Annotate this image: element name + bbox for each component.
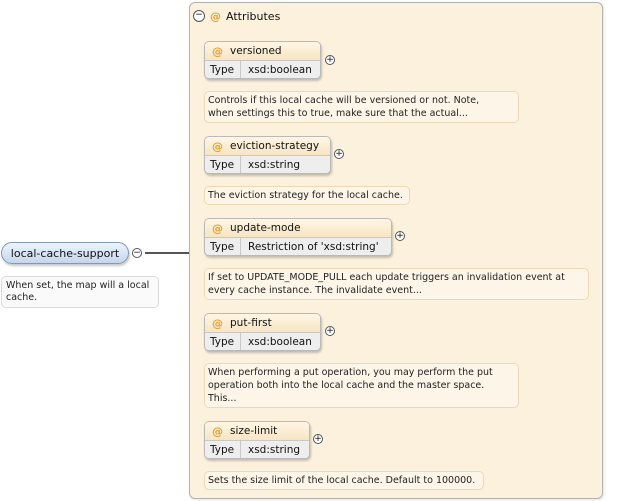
attribute-name: update-mode xyxy=(230,222,301,234)
attribute-header: @ size-limit xyxy=(205,422,309,441)
attribute-doc-versioned: Controls if this local cache will be ver… xyxy=(204,91,519,123)
doc-line: This... xyxy=(208,393,237,404)
plus-icon: + xyxy=(396,231,404,241)
attribute-doc-size-limit: Sets the size limit of the local cache. … xyxy=(204,471,484,490)
doc-line: The eviction strategy for the local cach… xyxy=(208,190,403,201)
attribute-card-eviction-strategy[interactable]: @ eviction-strategy Type xsd:string xyxy=(204,136,331,174)
doc-line: when settings this to true, make sure th… xyxy=(208,108,468,119)
element-collapse-toggle[interactable]: − xyxy=(132,248,142,258)
attribute-at-icon: @ xyxy=(212,221,223,235)
expand-update-mode-toggle[interactable]: + xyxy=(395,231,405,241)
attribute-header: @ versioned xyxy=(205,42,320,61)
doc-line: operation both into the local cache and … xyxy=(208,380,485,391)
attribute-at-icon: @ xyxy=(212,316,223,330)
group-collapse-toggle[interactable]: − xyxy=(193,10,205,22)
type-value: xsd:boolean xyxy=(248,64,312,76)
attribute-type-row: Type Restriction of 'xsd:string' xyxy=(205,238,391,255)
type-key: Type xyxy=(205,333,241,350)
expand-size-limit-toggle[interactable]: + xyxy=(313,434,323,444)
attribute-at-icon: @ xyxy=(212,139,223,153)
attribute-type-row: Type xsd:string xyxy=(205,156,330,173)
type-key: Type xyxy=(205,238,241,255)
attribute-type-row: Type xsd:boolean xyxy=(205,61,320,78)
element-to-group-connector xyxy=(145,252,190,254)
attribute-card-size-limit[interactable]: @ size-limit Type xsd:string xyxy=(204,421,310,459)
element-node-local-cache-support[interactable]: local-cache-support xyxy=(1,242,129,264)
attribute-at-icon: @ xyxy=(212,44,223,58)
expand-versioned-toggle[interactable]: + xyxy=(325,55,335,65)
plus-icon: + xyxy=(314,434,322,444)
attribute-card-update-mode[interactable]: @ update-mode Type Restriction of 'xsd:s… xyxy=(204,218,392,256)
element-doc-line: When set, the map will a local xyxy=(6,280,150,291)
attribute-type-row: Type xsd:string xyxy=(205,441,309,458)
type-key: Type xyxy=(205,61,241,78)
attribute-type-row: Type xsd:boolean xyxy=(205,333,320,350)
element-documentation: When set, the map will a local cache. xyxy=(1,276,159,308)
type-value: Restriction of 'xsd:string' xyxy=(248,241,379,253)
attribute-at-icon: @ xyxy=(210,9,221,23)
element-doc-line: cache. xyxy=(6,292,38,303)
attribute-header: @ eviction-strategy xyxy=(205,137,330,156)
doc-line: Sets the size limit of the local cache. … xyxy=(208,475,476,486)
attribute-card-versioned[interactable]: @ versioned Type xsd:boolean xyxy=(204,41,321,79)
attribute-doc-put-first: When performing a put operation, you may… xyxy=(204,363,519,408)
type-value: xsd:string xyxy=(248,159,301,171)
attribute-doc-eviction-strategy: The eviction strategy for the local cach… xyxy=(204,186,410,205)
attribute-header: @ put-first xyxy=(205,314,320,333)
attribute-name: eviction-strategy xyxy=(230,140,320,152)
type-key: Type xyxy=(205,441,241,458)
attribute-name: versioned xyxy=(230,45,282,57)
doc-line: When performing a put operation, you may… xyxy=(208,367,493,378)
plus-icon: + xyxy=(335,149,343,159)
attributes-group-header: − @ Attributes xyxy=(193,8,280,24)
attribute-header: @ update-mode xyxy=(205,219,391,238)
type-key: Type xyxy=(205,156,241,173)
attribute-at-icon: @ xyxy=(212,424,223,438)
minus-icon: − xyxy=(195,10,203,20)
attributes-group-title: Attributes xyxy=(226,9,281,23)
doc-line: every cache instance. The invalidate eve… xyxy=(208,285,422,296)
expand-put-first-toggle[interactable]: + xyxy=(325,326,335,336)
plus-icon: + xyxy=(326,55,334,65)
type-value: xsd:boolean xyxy=(248,336,312,348)
plus-icon: + xyxy=(326,326,334,336)
attribute-name: size-limit xyxy=(230,425,278,437)
doc-line: Controls if this local cache will be ver… xyxy=(208,95,480,106)
minus-icon: − xyxy=(133,248,141,258)
attribute-card-put-first[interactable]: @ put-first Type xsd:boolean xyxy=(204,313,321,351)
expand-eviction-strategy-toggle[interactable]: + xyxy=(334,149,344,159)
type-value: xsd:string xyxy=(248,444,301,456)
doc-line: If set to UPDATE_MODE_PULL each update t… xyxy=(208,272,565,283)
element-name: local-cache-support xyxy=(10,246,120,260)
attribute-doc-update-mode: If set to UPDATE_MODE_PULL each update t… xyxy=(204,268,589,300)
attribute-name: put-first xyxy=(230,317,272,329)
